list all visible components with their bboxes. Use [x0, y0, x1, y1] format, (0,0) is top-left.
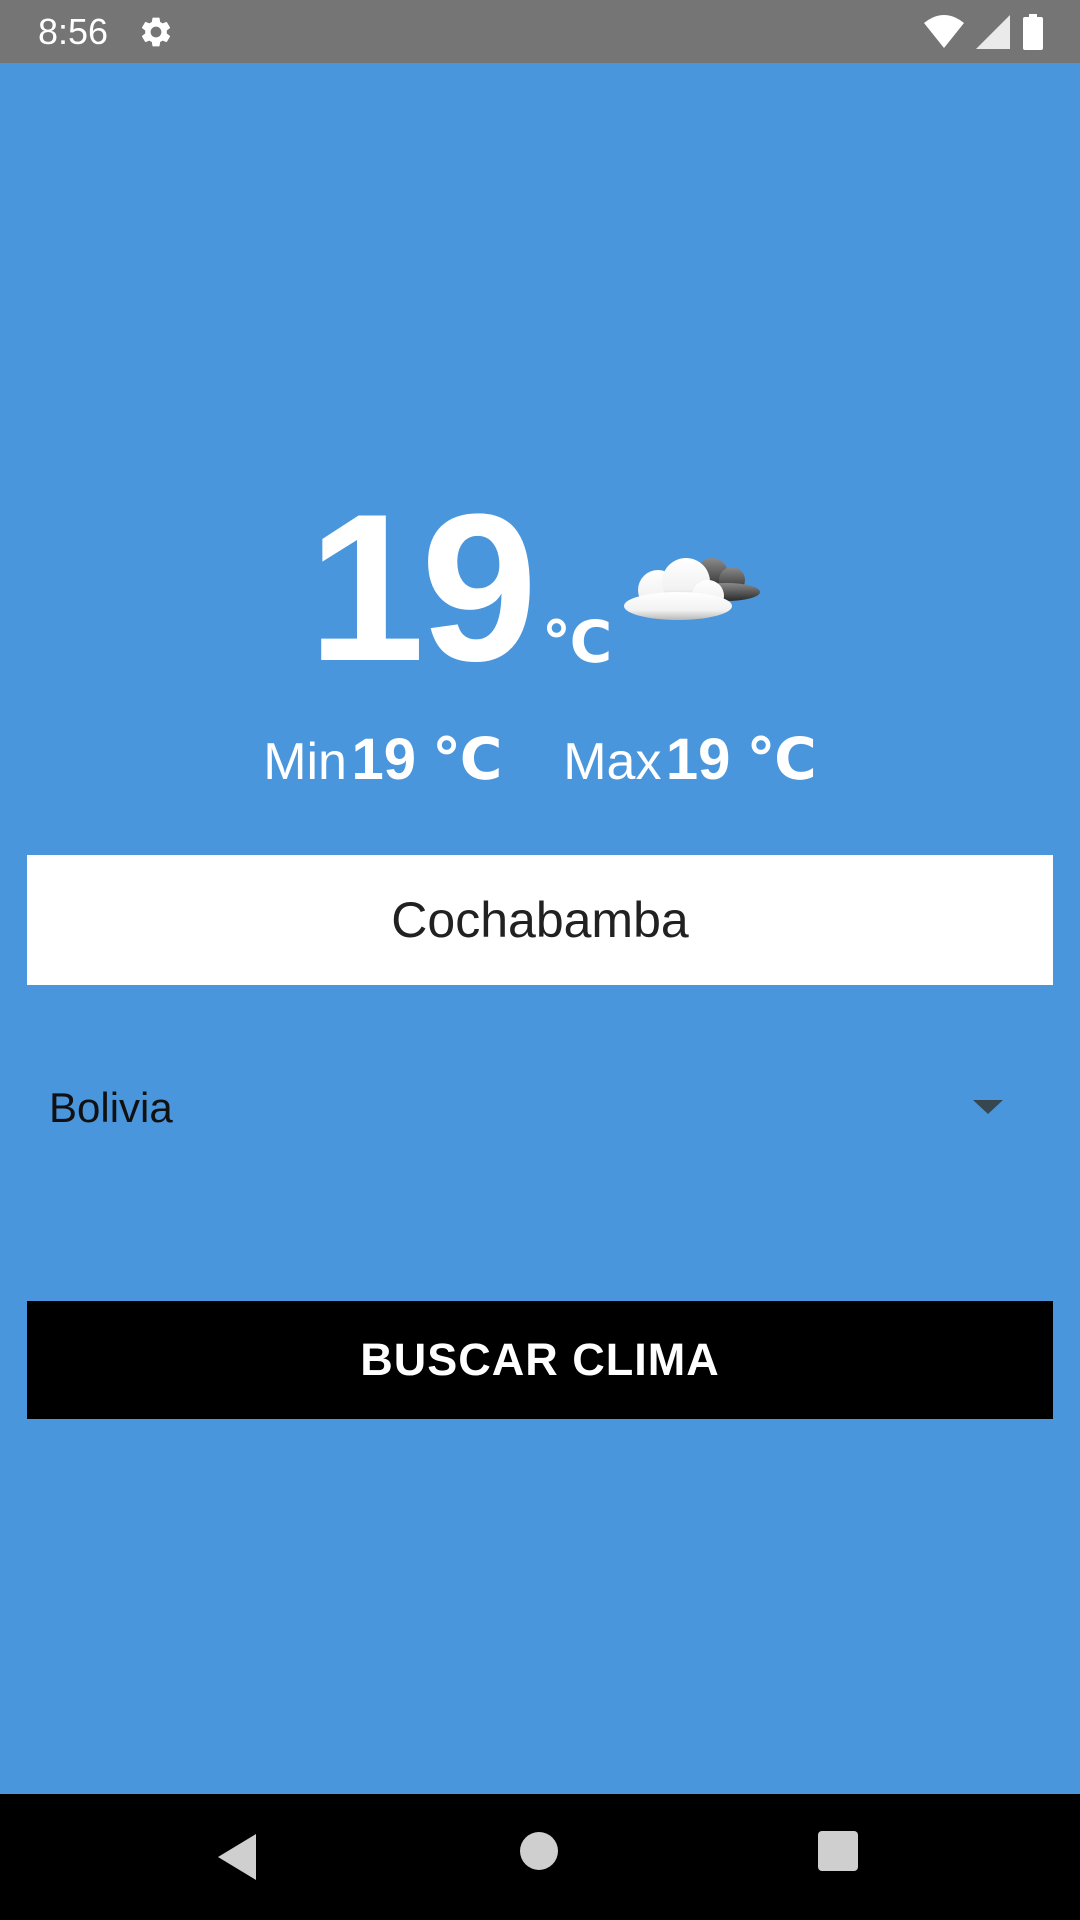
- status-bar: 8:56: [0, 0, 1080, 63]
- min-max-temperature: Min 19 ℃ Max 19 ℃: [0, 725, 1080, 795]
- weather-screen: 8:56 19 ℃ Min 19 ℃ Max 19 ℃ Cochabamba B…: [0, 0, 1080, 1920]
- temperature-display: 19 ℃: [0, 470, 1080, 705]
- city-input[interactable]: [27, 855, 1053, 985]
- home-icon[interactable]: [520, 1832, 558, 1870]
- status-icons: [924, 12, 1044, 52]
- status-time: 8:56: [38, 11, 109, 52]
- country-dropdown[interactable]: Bolivia: [27, 1060, 1053, 1156]
- country-selected-value: Bolivia: [49, 1084, 173, 1131]
- recents-icon[interactable]: [818, 1831, 858, 1871]
- signal-icon: [976, 15, 1010, 49]
- wifi-icon: [924, 15, 964, 48]
- min-value: 19 ℃: [351, 727, 503, 792]
- search-weather-button[interactable]: BUSCAR CLIMA: [27, 1301, 1053, 1419]
- dropdown-arrow-icon: [973, 1100, 1003, 1114]
- cloudy-icon: [624, 558, 760, 620]
- back-icon[interactable]: [218, 1834, 256, 1880]
- battery-icon: [1023, 14, 1043, 50]
- navigation-bar: [0, 1794, 1080, 1920]
- current-temperature: 19: [308, 470, 538, 705]
- gear-icon: [141, 17, 171, 47]
- min-label: Min: [263, 733, 347, 791]
- max-label: Max: [563, 733, 662, 791]
- max-value: 19 ℃: [665, 727, 817, 792]
- temperature-unit: ℃: [542, 610, 613, 675]
